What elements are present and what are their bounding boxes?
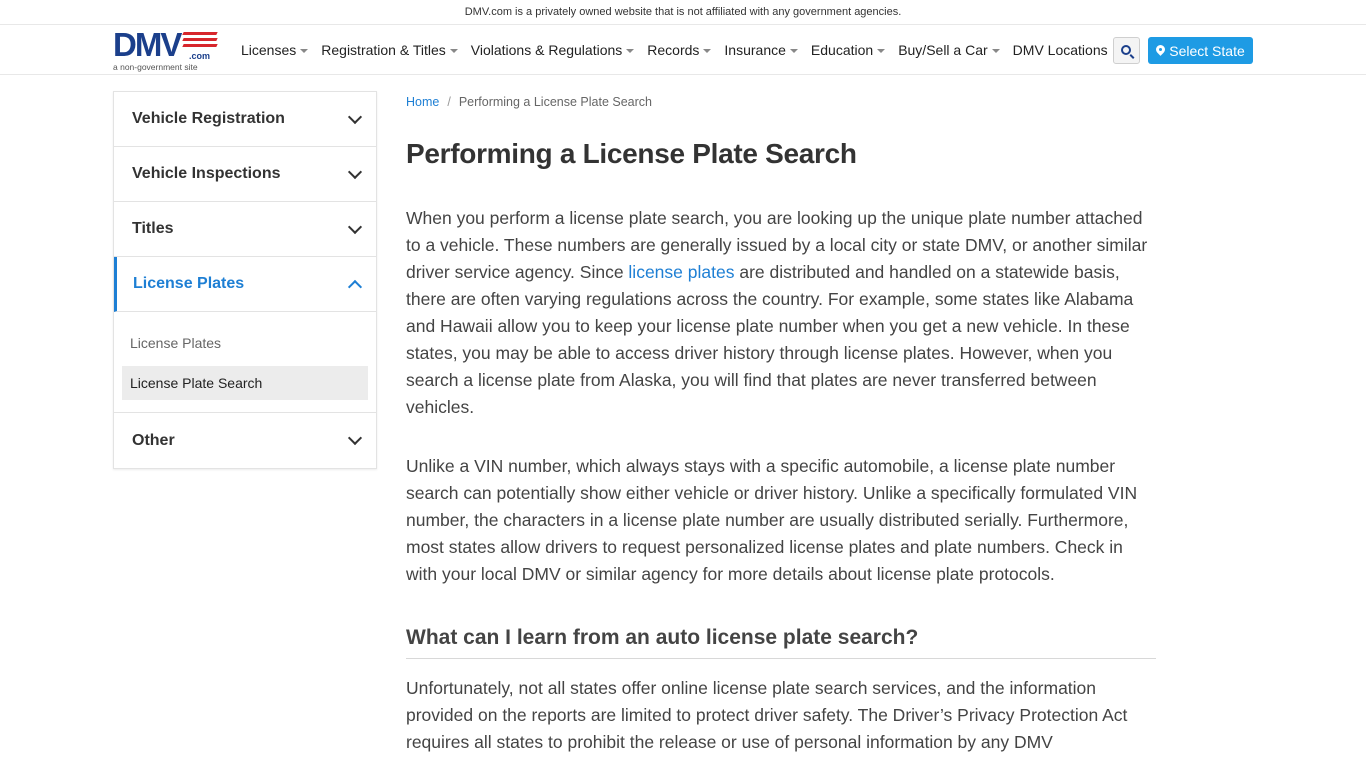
nav-education[interactable]: Education [810,42,886,58]
logo-tagline: a non-government site [113,62,198,72]
breadcrumb-current: Performing a License Plate Search [458,95,652,109]
chevron-down-icon [347,430,363,446]
page-title: Performing a License Plate Search [406,138,857,169]
sidebar: Vehicle Registration Vehicle Inspections… [113,91,377,469]
caret-down-icon [626,49,635,53]
caret-down-icon [991,49,1000,53]
caret-down-icon [300,49,309,53]
sidebar-subitem-license-plates[interactable]: License Plates [122,326,368,360]
sidebar-section-label: Other [132,431,175,449]
main-nav: Licenses Registration & Titles Violation… [241,25,1121,75]
article-paragraph-3: Unfortunately, not all states offer onli… [406,678,1128,752]
sidebar-subitem-license-plate-search[interactable]: License Plate Search [122,366,368,400]
select-state-button[interactable]: Select State [1148,37,1253,64]
breadcrumb-home-link[interactable]: Home [406,95,439,109]
chevron-down-icon [347,219,363,234]
logo-com: .com [189,51,211,61]
sidebar-section-other[interactable]: Other [114,413,376,468]
nav-label: Education [810,42,874,58]
sidebar-section-label: Vehicle Registration [132,110,285,127]
nav-records[interactable]: Records [647,42,712,58]
sidebar-section-vehicle-registration[interactable]: Vehicle Registration [114,92,376,147]
nav-label: Buy/Sell a Car [898,42,988,58]
nav-label: Records [647,42,700,58]
caret-down-icon [449,49,458,53]
breadcrumb-separator: / [447,95,451,109]
sidebar-section-label: Titles [132,220,174,237]
sidebar-sublist: License Plates License Plate Search [114,312,376,413]
chevron-down-icon [347,164,363,179]
chevron-down-icon [347,109,363,124]
disclaimer-bar: DMV.com is a privately owned website tha… [0,0,1366,25]
site-header: DMV .com a non-government site Licenses … [0,25,1366,75]
dmv-logo[interactable]: DMV .com a non-government site [113,26,223,72]
article-paragraph-1: When you perform a license plate search,… [406,205,1156,421]
breadcrumb: Home / Performing a License Plate Search [406,91,1156,113]
nav-registration-titles[interactable]: Registration & Titles [321,42,458,58]
nav-label: Licenses [241,42,297,58]
nav-label: Insurance [724,42,786,58]
nav-label: Violations & Regulations [470,42,623,58]
caret-down-icon [877,49,886,53]
disclaimer-text: DMV.com is a privately owned website tha… [464,6,902,18]
nav-dmv-locations[interactable]: DMV Locations [1013,42,1108,58]
main-content: Home / Performing a License Plate Search P… [406,91,1156,756]
nav-buy-sell-car[interactable]: Buy/Sell a Car [898,42,1000,58]
chevron-up-icon [347,279,363,294]
map-pin-icon [1156,45,1165,57]
caret-down-icon [703,49,712,53]
nav-label: Registration & Titles [321,42,446,58]
article-paragraph-2: Unlike a VIN number, which always stays … [406,456,1138,584]
nav-licenses[interactable]: Licenses [241,42,309,58]
nav-insurance[interactable]: Insurance [724,42,798,58]
sidebar-section-titles[interactable]: Titles [114,202,376,257]
paragraph-text: are distributed and handled on a statewi… [406,262,1134,417]
nav-label: DMV Locations [1012,42,1108,58]
nav-violations-regulations[interactable]: Violations & Regulations [471,42,635,58]
section-heading: What can I learn from an auto license pl… [406,624,1156,659]
sidebar-section-label: License Plates [133,275,245,292]
logo-wordmark: DMV [113,26,182,63]
caret-down-icon [789,49,798,53]
search-button[interactable] [1113,37,1140,64]
license-plates-link[interactable]: license plates [628,262,734,282]
select-state-label: Select State [1169,42,1245,59]
sidebar-section-vehicle-inspections[interactable]: Vehicle Inspections [114,147,376,202]
search-icon [1120,44,1131,55]
sidebar-section-license-plates[interactable]: License Plates [114,257,376,312]
sidebar-section-label: Vehicle Inspections [132,165,281,182]
